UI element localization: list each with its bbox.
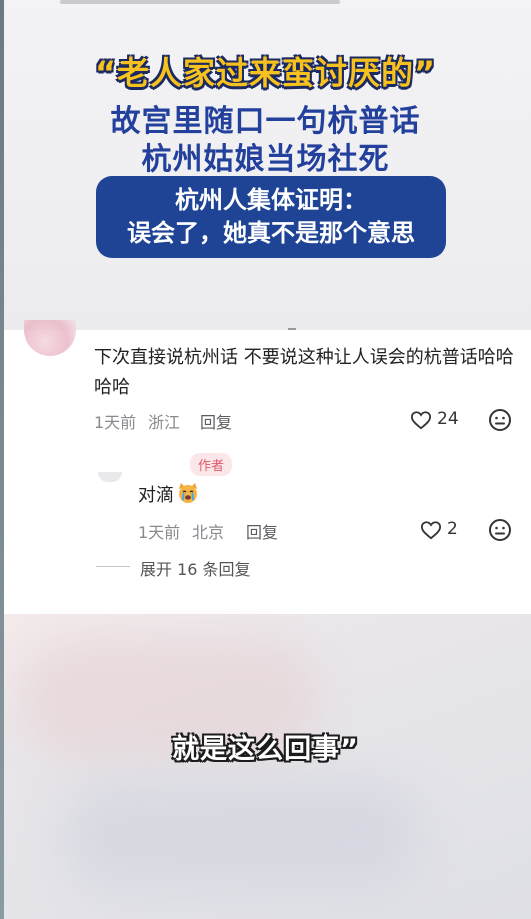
banner-line-2: 误会了，她真不是那个意思: [127, 219, 415, 247]
comment-text: 下次直接说杭州话 不要说这种让人误会的杭普话哈哈哈哈: [94, 347, 514, 398]
headline-quote: “老人家过来蛮讨厌的”: [94, 54, 437, 92]
left-edge: [0, 0, 4, 919]
reply-location: 北京: [192, 523, 225, 542]
emoji-react-icon[interactable]: [488, 408, 512, 432]
reply-like-count: 2: [447, 519, 458, 539]
reply-like-heart-icon[interactable]: [420, 520, 442, 540]
video-blur-shape: [60, 780, 420, 890]
banner-line-1: 杭州人集体证明：: [175, 186, 367, 214]
comment-time: 1天前: [94, 413, 137, 432]
headline-line-2: 杭州姑娘当场社死: [141, 142, 390, 177]
video-headline-overlay: “老人家过来蛮讨厌的” 故宫里随口一句杭普话 杭州姑娘当场社死 杭州人集体证明：…: [0, 0, 531, 330]
reply-text: 对滴: [138, 485, 174, 506]
crying-cat-emoji-icon: [179, 483, 197, 503]
expand-divider: [96, 566, 130, 567]
author-badge: 作者: [190, 453, 233, 476]
reply-text-row: 对滴: [138, 481, 200, 510]
like-heart-icon[interactable]: [410, 410, 432, 430]
expand-replies-button[interactable]: 展开 16 条回复: [140, 556, 251, 580]
comment-like-count: 24: [437, 409, 459, 429]
comment-reply-button[interactable]: 回复: [200, 409, 232, 433]
video-subtitle: 就是这么回事”: [172, 734, 359, 765]
status-strip: [60, 0, 340, 4]
username-fragment: [288, 328, 296, 330]
screen: “老人家过来蛮讨厌的” 故宫里随口一句杭普话 杭州姑娘当场社死 杭州人集体证明：…: [0, 0, 531, 919]
reply-emoji-react-icon[interactable]: [488, 518, 512, 542]
headline-banner: 杭州人集体证明： 误会了，她真不是那个意思: [96, 176, 446, 258]
comment-location: 浙江: [148, 413, 181, 432]
reply-reply-button[interactable]: 回复: [246, 519, 278, 543]
reply-time: 1天前: [138, 523, 181, 542]
